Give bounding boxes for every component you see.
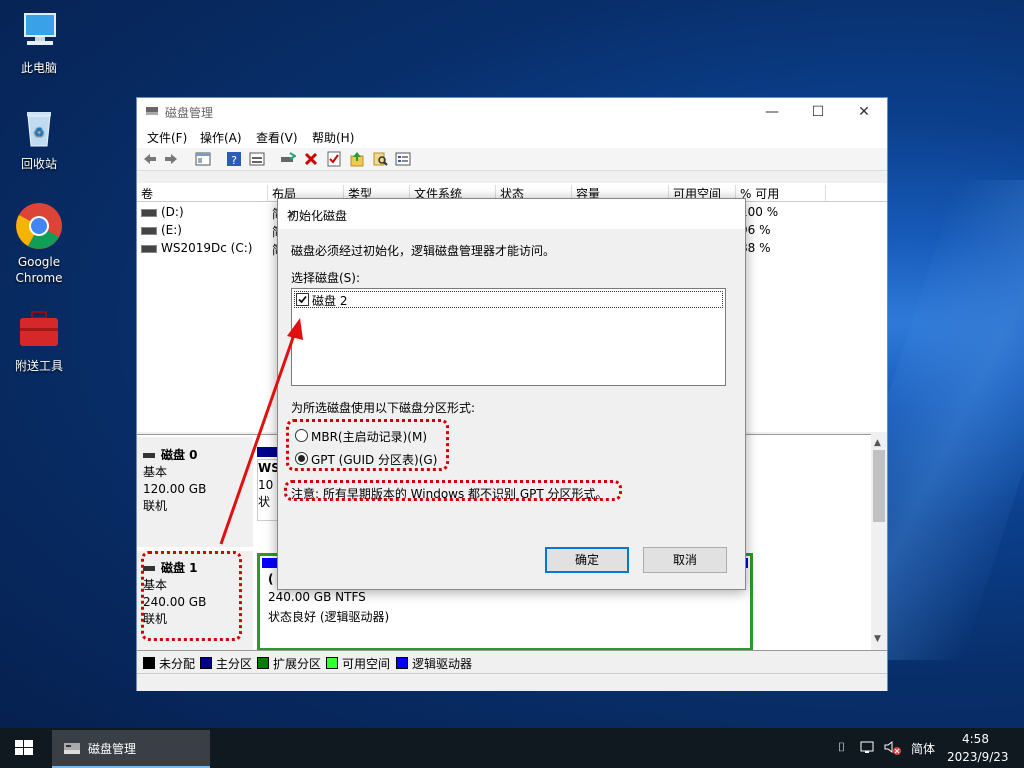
annotation-arrow	[219, 318, 303, 545]
taskbar-item-disk-management[interactable]: 磁盘管理	[52, 730, 210, 768]
windows-start-icon[interactable]	[0, 728, 48, 768]
taskbar: 磁盘管理 ⌷ 简体 4:58 2023/9/23	[0, 728, 1024, 768]
usb-icon[interactable]: ⌷	[838, 740, 845, 755]
network-icon[interactable]	[860, 741, 876, 755]
taskbar-item-label: 磁盘管理	[88, 742, 137, 756]
clock-date[interactable]: 2023/9/23	[947, 750, 1009, 764]
ime-indicator[interactable]: 简体	[911, 740, 935, 757]
volume-muted-icon[interactable]	[884, 740, 902, 756]
disk-management-icon	[64, 743, 80, 754]
clock-time[interactable]: 4:58	[962, 732, 989, 746]
